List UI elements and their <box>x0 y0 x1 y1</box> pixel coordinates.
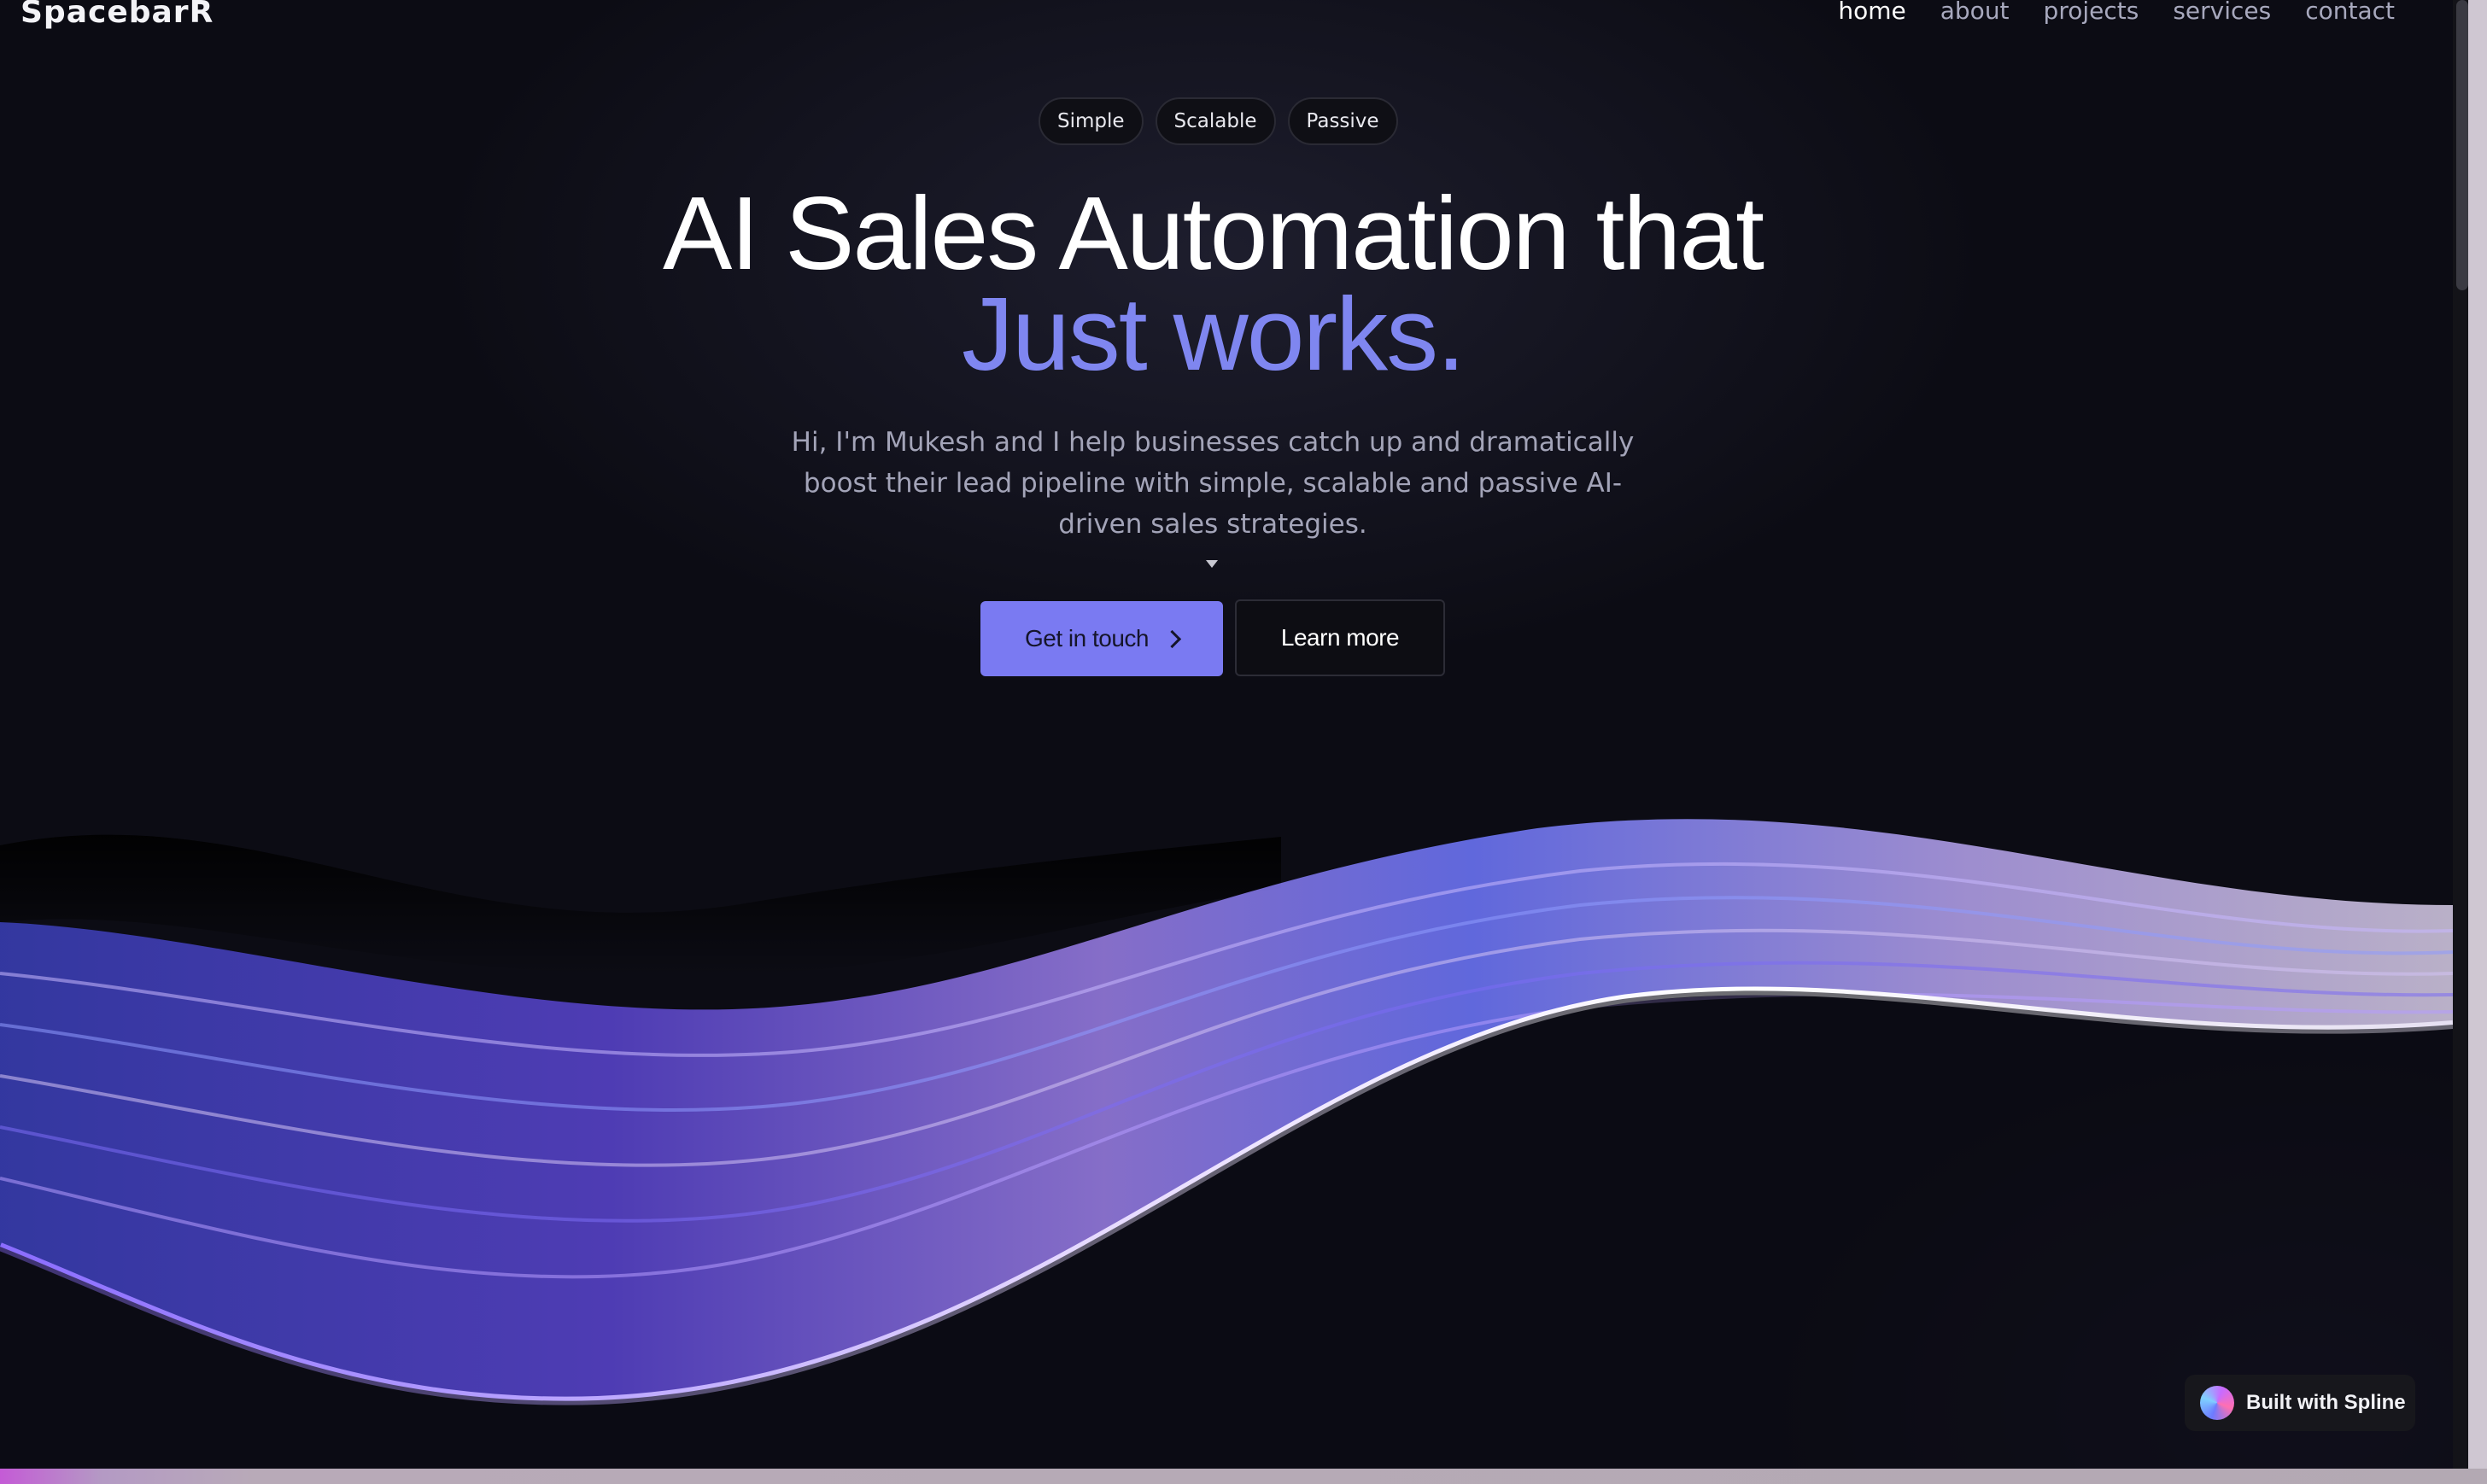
pill-scalable: Scalable <box>1155 97 1276 145</box>
window-bottom-edge <box>0 1469 2487 1484</box>
hero-title-accent: Just works. <box>961 276 1466 392</box>
brand-logo[interactable]: SpacebarR <box>20 0 214 30</box>
spline-logo-icon <box>2200 1386 2234 1420</box>
scrollbar-thumb[interactable] <box>2456 0 2468 290</box>
window-edge <box>2468 0 2487 1469</box>
learn-more-button[interactable]: Learn more <box>1235 599 1445 676</box>
hero-wave-graphic <box>0 819 2453 1469</box>
nav-item-services[interactable]: services <box>2173 0 2271 25</box>
built-with-spline-badge[interactable]: Built with Spline <box>2185 1375 2415 1431</box>
pill-simple: Simple <box>1039 97 1144 145</box>
chevron-right-icon <box>1162 629 1182 648</box>
get-in-touch-label: Get in touch <box>1025 625 1149 651</box>
spline-badge-label: Built with Spline <box>2246 1391 2406 1414</box>
page-viewport: SpacebarR home about projects services c… <box>0 0 2453 1469</box>
pill-passive: Passive <box>1287 97 1398 145</box>
feature-pills: Simple Scalable Passive <box>1039 97 1398 145</box>
nav-item-projects[interactable]: projects <box>2044 0 2139 25</box>
caret-down-icon <box>1206 560 1218 568</box>
hero-title-line1: AI Sales Automation that <box>662 175 1764 291</box>
main-nav: home about projects services contact <box>1838 0 2395 25</box>
hero-subtitle: Hi, I'm Mukesh and I help businesses cat… <box>791 427 1635 540</box>
get-in-touch-button[interactable]: Get in touch <box>980 601 1223 676</box>
nav-item-contact[interactable]: contact <box>2305 0 2395 25</box>
nav-item-home[interactable]: home <box>1838 0 1905 25</box>
hero-title: AI Sales Automation that Just works. <box>0 181 2426 392</box>
nav-item-about[interactable]: about <box>1940 0 2010 25</box>
